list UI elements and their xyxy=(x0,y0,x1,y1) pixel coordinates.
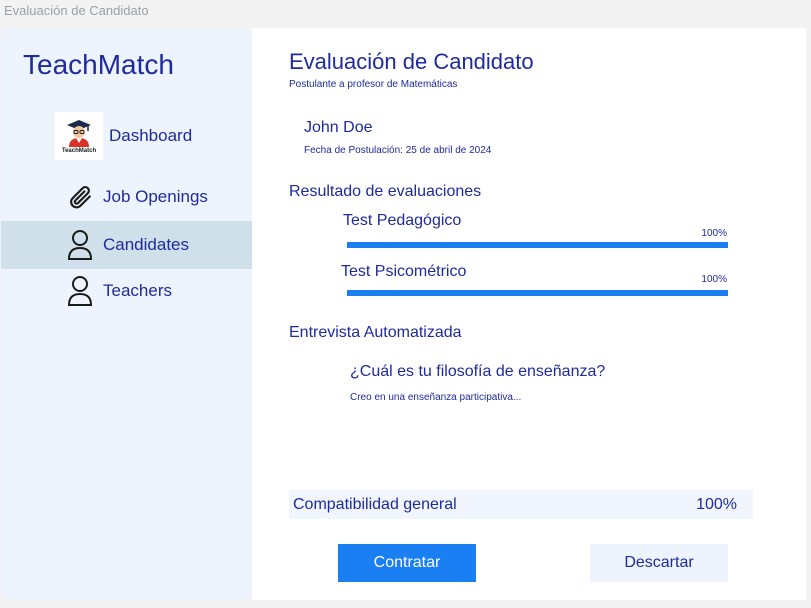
sidebar-item-label: Dashboard xyxy=(109,126,193,145)
interview-heading: Entrevista Automatizada xyxy=(289,324,462,341)
window-title: Evaluación de Candidato xyxy=(4,3,149,18)
application-date: Fecha de Postulación: 25 de abril de 202… xyxy=(304,145,492,156)
compatibility-row: Compatibilidad general 100% xyxy=(289,490,753,519)
teacher-avatar-icon xyxy=(67,119,91,147)
sidebar-item-label: Teachers xyxy=(103,281,172,300)
test-percent: 100% xyxy=(701,274,727,285)
sidebar: TeachMatch TeachMatch Dashboard Job Open… xyxy=(1,28,252,600)
sidebar-item-teachers[interactable]: Teachers xyxy=(1,269,252,313)
interview-answer: Creo en una enseñanza participativa... xyxy=(350,392,522,403)
test-label: Test Pedagógico xyxy=(343,212,462,229)
sidebar-item-job-openings[interactable]: Job Openings xyxy=(1,178,252,216)
hire-button[interactable]: Contratar xyxy=(338,544,476,582)
sidebar-item-dashboard[interactable]: TeachMatch Dashboard xyxy=(1,112,252,160)
progress-fill xyxy=(347,242,728,248)
interview-question: ¿Cuál es tu filosofía de enseñanza? xyxy=(350,363,606,380)
candidate-name: John Doe xyxy=(304,119,373,136)
teachmatch-logo: TeachMatch xyxy=(55,112,103,160)
person-icon xyxy=(65,275,95,307)
compatibility-value: 100% xyxy=(696,495,737,513)
test-percent: 100% xyxy=(701,228,727,239)
progress-bar xyxy=(347,290,728,296)
logo-text: TeachMatch xyxy=(61,147,97,154)
paperclip-icon xyxy=(65,184,95,210)
test-label: Test Psicométrico xyxy=(341,263,467,280)
sidebar-item-label: Candidates xyxy=(103,235,190,254)
page-subtitle: Postulante a profesor de Matemáticas xyxy=(289,79,458,90)
brand-name: TeachMatch xyxy=(23,49,174,80)
results-heading: Resultado de evaluaciones xyxy=(289,183,482,200)
evaluation-panel: Evaluación de Candidato Postulante a pro… xyxy=(252,28,806,600)
compatibility-label: Compatibilidad general xyxy=(293,495,457,513)
sidebar-item-label: Job Openings xyxy=(103,187,208,206)
progress-bar xyxy=(347,242,728,248)
discard-button[interactable]: Descartar xyxy=(590,544,728,582)
sidebar-item-candidates[interactable]: Candidates xyxy=(1,221,252,269)
person-icon xyxy=(65,229,95,261)
page-title: Evaluación de Candidato xyxy=(289,49,534,74)
progress-fill xyxy=(347,290,728,296)
